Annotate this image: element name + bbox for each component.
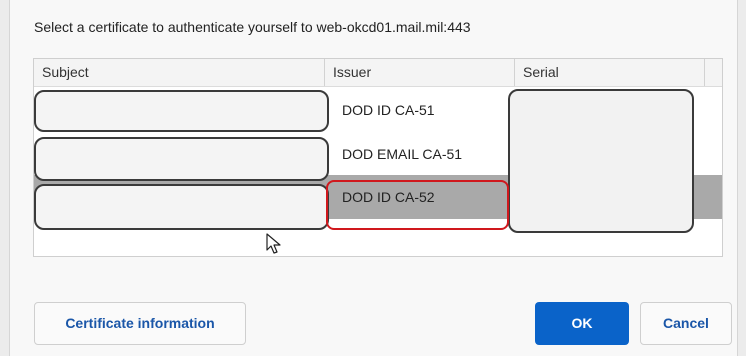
redacted-subject-cell bbox=[34, 137, 329, 181]
table-header: Subject Issuer Serial bbox=[34, 59, 722, 87]
ok-button[interactable]: OK bbox=[535, 302, 629, 345]
issuer-cell: DOD ID CA-51 bbox=[342, 102, 435, 118]
issuer-cell: DOD EMAIL CA-51 bbox=[342, 146, 463, 162]
right-window-edge bbox=[737, 0, 746, 356]
column-header-issuer[interactable]: Issuer bbox=[324, 59, 514, 86]
certificate-information-button[interactable]: Certificate information bbox=[34, 302, 246, 345]
certificate-selection-dialog: Select a certificate to authenticate you… bbox=[0, 0, 746, 356]
mouse-pointer-icon bbox=[266, 233, 281, 254]
dialog-prompt: Select a certificate to authenticate you… bbox=[34, 19, 471, 35]
redacted-serial-cells bbox=[508, 89, 694, 233]
column-header-filler bbox=[704, 59, 722, 86]
redacted-subject-cell bbox=[34, 184, 329, 230]
column-header-subject[interactable]: Subject bbox=[34, 59, 324, 86]
cancel-button[interactable]: Cancel bbox=[640, 302, 732, 345]
redacted-subject-cell bbox=[34, 90, 329, 132]
column-header-serial[interactable]: Serial bbox=[514, 59, 704, 86]
left-window-edge bbox=[0, 0, 10, 356]
selected-issuer-highlight bbox=[326, 180, 509, 230]
certificate-table: Subject Issuer Serial DOD ID CA-51 DOD E… bbox=[33, 58, 723, 257]
